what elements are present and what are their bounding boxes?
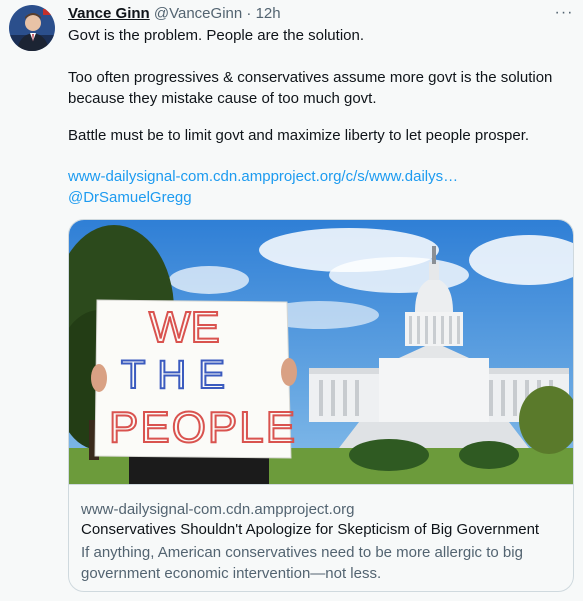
timestamp[interactable]: 12h	[256, 5, 281, 22]
card-image: WE THE PEOPLE	[69, 220, 573, 484]
tweet-url-link[interactable]: www-dailysignal-com.cdn.ampproject.org/c…	[68, 166, 458, 187]
avatar-photo	[9, 5, 55, 51]
card-description: If anything, American conservatives need…	[81, 544, 523, 582]
separator-dot: ·	[246, 5, 252, 22]
tweet[interactable]: Vance Ginn @VanceGinn · 12h ··· Govt is …	[0, 0, 583, 601]
card-title: Conservatives Shouldn't Apologize for Sk…	[81, 521, 540, 538]
tweet-text-line-1: Govt is the problem. People are the solu…	[68, 27, 365, 44]
tweet-text-line-2: Too often progressives & conservatives a…	[68, 69, 553, 86]
card-photo: WE THE PEOPLE	[69, 220, 573, 484]
tweet-header: Vance Ginn @VanceGinn · 12h	[68, 4, 281, 24]
sign-text-people: PEOPLE	[109, 403, 297, 452]
author-name[interactable]: Vance Ginn	[68, 5, 150, 22]
mention-link[interactable]: @DrSamuelGregg	[68, 187, 192, 208]
avatar[interactable]	[9, 5, 55, 51]
sign-text-we: WE	[149, 303, 220, 352]
author-handle[interactable]: @VanceGinn	[154, 5, 242, 22]
more-options-icon[interactable]: ···	[550, 2, 578, 26]
card-divider	[69, 484, 573, 485]
link-preview-card[interactable]: WE THE PEOPLE www-dailysignal-com.cdn.am…	[68, 219, 574, 592]
sign-text-the: THE	[121, 353, 237, 397]
tweet-text-line-4: Battle must be to limit govt and maximiz…	[68, 127, 530, 144]
tweet-text-line-3: because they mistake cause of too much g…	[68, 90, 377, 107]
card-domain: www-dailysignal-com.cdn.ampproject.org	[81, 501, 355, 518]
